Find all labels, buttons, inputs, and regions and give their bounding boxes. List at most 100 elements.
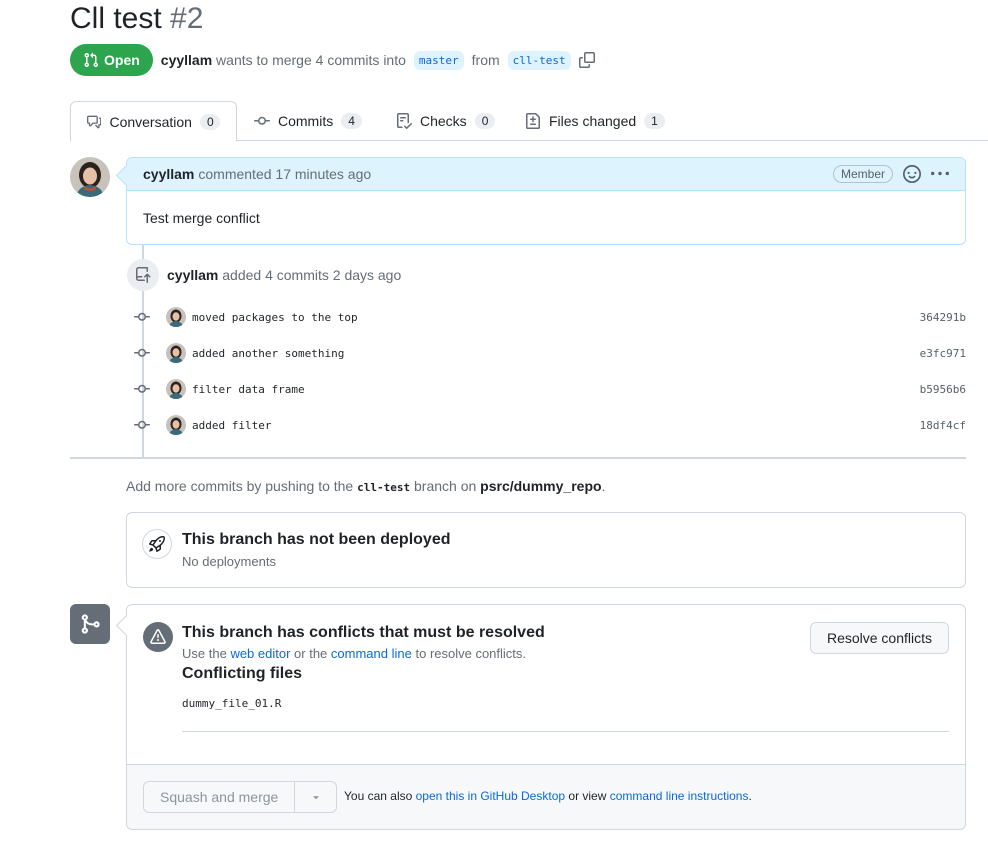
pr-author-link[interactable]: cyyllam	[161, 52, 212, 68]
tab-checks-label: Checks	[420, 113, 467, 129]
tab-conversation-count: 0	[199, 113, 220, 130]
merge-status-badge	[70, 604, 110, 644]
commit-row: added filter 18df4cf	[134, 414, 966, 436]
git-merge-icon	[81, 614, 100, 634]
footer-prefix: You can also	[344, 789, 413, 803]
command-line-link[interactable]: command line	[331, 646, 412, 661]
comment-header: cyyllam commented 17 minutes ago Member	[127, 158, 965, 191]
pr-number: #2	[170, 2, 204, 35]
merge-box: This branch has conflicts that must be r…	[126, 604, 966, 830]
state-label: Open	[104, 52, 140, 68]
commit-dot-icon	[134, 345, 150, 361]
pr-meta: Open cyyllam wants to merge 4 commits in…	[70, 44, 595, 76]
tab-commits-count: 4	[341, 113, 362, 129]
pr-tabs: Conversation 0 Commits 4 Checks 0 Files …	[70, 101, 988, 142]
conflict-sub-to: to resolve conflicts.	[415, 646, 527, 661]
merge-button-group: Squash and merge	[143, 781, 338, 813]
conflicting-files-title: Conflicting files	[182, 665, 302, 682]
merge-footer: Squash and merge You can also open this …	[127, 764, 965, 829]
tab-files-changed-count: 1	[644, 113, 665, 129]
merge-footer-text: You can also open this in GitHub Desktop…	[344, 789, 752, 803]
kebab-horizontal-icon	[931, 171, 949, 176]
role-badge: Member	[832, 165, 893, 183]
commit-sha[interactable]: e3fc971	[920, 347, 966, 360]
commit-message[interactable]: filter data frame	[192, 383, 305, 396]
commit-dot-icon	[134, 417, 150, 433]
commit-dot-icon	[134, 381, 150, 397]
tab-conversation-label: Conversation	[109, 113, 192, 130]
commit-sha[interactable]: b5956b6	[920, 383, 966, 396]
github-desktop-link[interactable]: open this in GitHub Desktop	[416, 789, 565, 803]
comment-discussion-icon	[87, 115, 102, 128]
commits-event-author[interactable]: cyyllam	[167, 267, 218, 283]
footer-middle: or view	[568, 789, 607, 803]
pull-request-icon	[84, 52, 99, 68]
checklist-icon	[397, 113, 412, 129]
push-hint-prefix: Add more commits by pushing to the	[126, 478, 354, 494]
commit-row: moved packages to the top 364291b	[134, 306, 966, 328]
commit-message[interactable]: added filter	[192, 419, 271, 432]
deployments-box: This branch has not been deployed No dep…	[126, 512, 966, 588]
commit-sha[interactable]: 18df4cf	[920, 419, 966, 432]
comment-time[interactable]: 17 minutes ago	[275, 166, 371, 182]
merge-inner-divider	[182, 731, 949, 732]
tab-commits[interactable]: Commits 4	[238, 101, 378, 141]
deploy-subtitle: No deployments	[182, 554, 276, 569]
squash-and-merge-button[interactable]: Squash and merge	[143, 781, 296, 813]
commits-event-desc: added 4 commits 2 days ago	[222, 267, 402, 283]
commit-avatar[interactable]	[166, 415, 186, 435]
state-badge: Open	[70, 44, 153, 76]
comment-body: Test merge conflict	[143, 210, 260, 226]
tab-files-changed[interactable]: Files changed 1	[509, 101, 681, 141]
merge-text: wants to merge 4 commits into	[216, 52, 406, 68]
push-hint-suffix: .	[601, 478, 606, 494]
command-line-instructions-link[interactable]: command line instructions	[610, 789, 749, 803]
commit-row: filter data frame b5956b6	[134, 378, 966, 400]
comment-author[interactable]: cyyllam	[143, 166, 194, 182]
commit-message[interactable]: moved packages to the top	[192, 311, 358, 324]
smiley-icon	[903, 165, 921, 183]
commit-avatar[interactable]	[166, 307, 186, 327]
push-hint-repo: psrc/dummy_repo	[480, 478, 602, 494]
conflict-sub-or: or the	[294, 646, 328, 661]
conflict-title: This branch has conflicts that must be r…	[182, 624, 545, 641]
commits-event-text: cyyllam added 4 commits 2 days ago	[167, 267, 401, 283]
push-hint-branch: cll-test	[357, 481, 411, 494]
comment-box: cyyllam commented 17 minutes ago Member …	[126, 157, 966, 245]
base-branch[interactable]: master	[413, 50, 464, 70]
commit-row: added another something e3fc971	[134, 342, 966, 364]
web-editor-link[interactable]: web editor	[230, 646, 290, 661]
merge-method-dropdown[interactable]	[295, 781, 338, 813]
avatar[interactable]	[70, 157, 110, 197]
tab-checks[interactable]: Checks 0	[380, 101, 511, 141]
comment-options-button[interactable]	[931, 165, 949, 183]
head-branch[interactable]: cll-test	[507, 50, 571, 70]
add-reaction-button[interactable]	[903, 165, 921, 183]
file-diff-icon	[526, 113, 540, 129]
commit-sha[interactable]: 364291b	[920, 311, 966, 324]
conflicting-file: dummy_file_01.R	[182, 697, 282, 710]
commit-dot-icon	[134, 309, 150, 325]
avatar-image	[70, 157, 110, 197]
conflict-subtitle: Use the web editor or the command line t…	[182, 646, 526, 661]
footer-suffix: .	[748, 789, 752, 803]
resolve-conflicts-button[interactable]: Resolve conflicts	[809, 622, 949, 654]
alert-badge	[143, 622, 173, 652]
from-text: from	[471, 52, 500, 68]
commit-avatar[interactable]	[166, 343, 186, 363]
copy-branch-button[interactable]	[578, 52, 595, 68]
tab-conversation[interactable]: Conversation 0	[70, 101, 237, 142]
deploy-badge	[142, 529, 172, 559]
repo-push-badge	[127, 259, 159, 291]
alert-icon	[150, 629, 166, 644]
commit-avatar[interactable]	[166, 379, 186, 399]
commit-message[interactable]: added another something	[192, 347, 344, 360]
tab-checks-count: 0	[474, 113, 496, 129]
rocket-icon	[149, 536, 165, 552]
tab-commits-label: Commits	[278, 113, 334, 129]
comment-action: commented	[198, 166, 272, 182]
tab-files-changed-label: Files changed	[549, 113, 637, 129]
repo-push-icon	[136, 267, 151, 283]
commit-icon	[254, 116, 270, 125]
conflict-sub-use: Use the	[182, 646, 227, 661]
